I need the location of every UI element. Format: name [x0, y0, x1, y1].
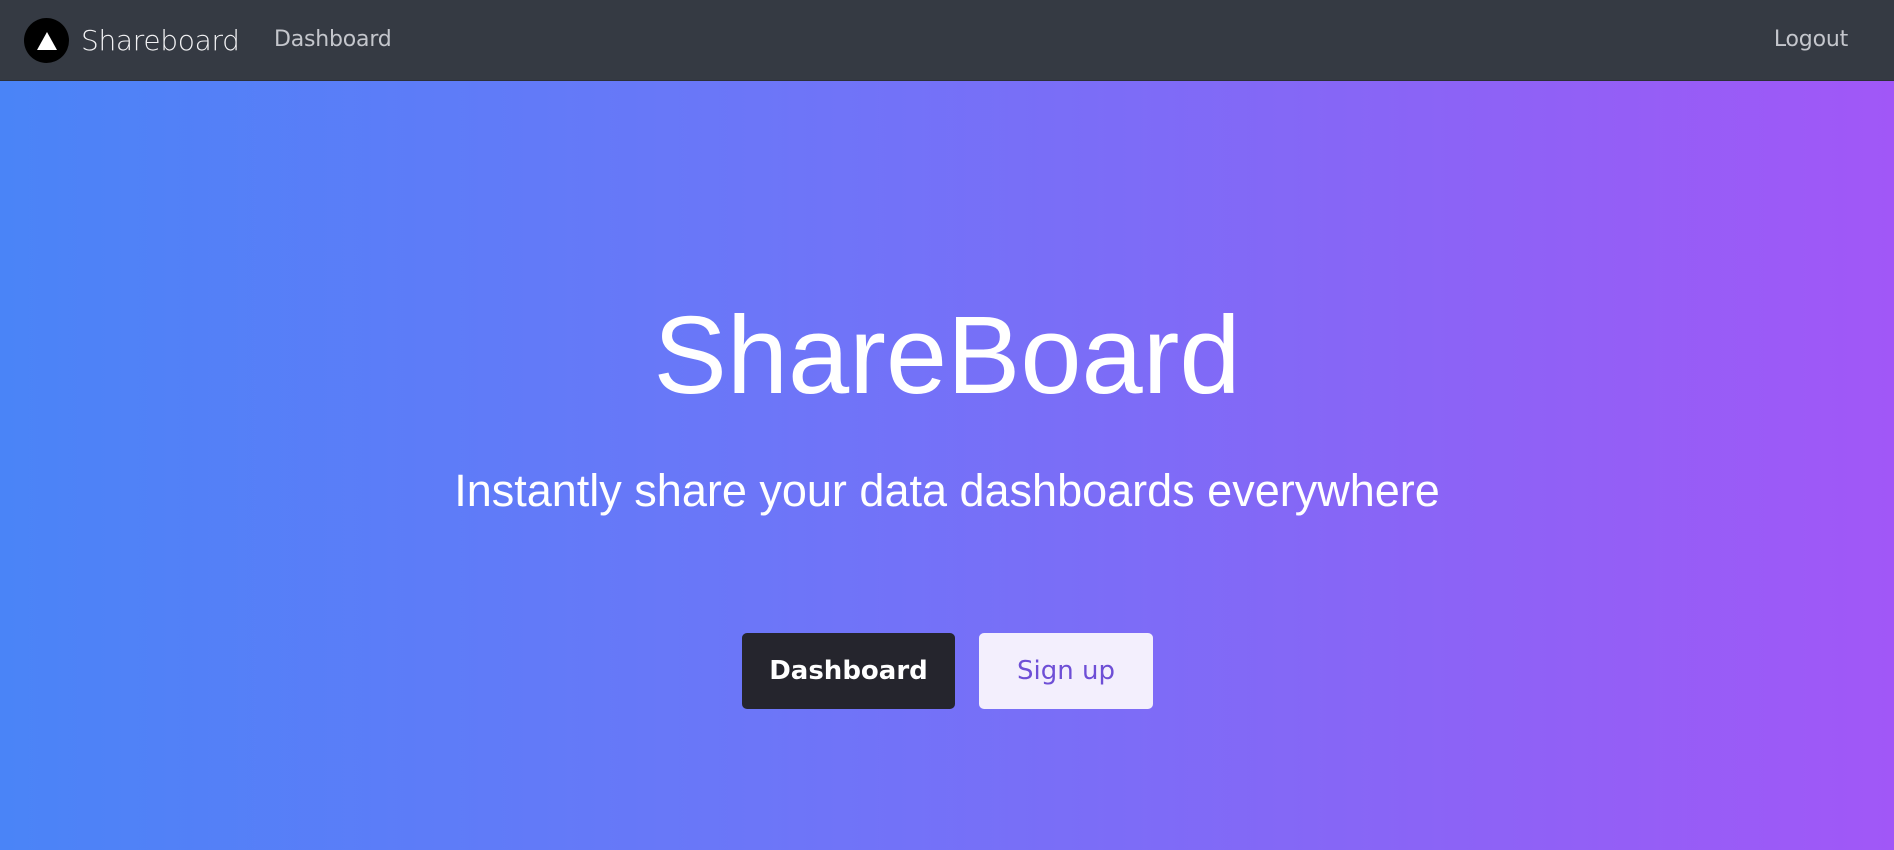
- brand-name: Shareboard: [81, 24, 240, 57]
- hero-title: ShareBoard: [653, 294, 1241, 417]
- triangle-logo-icon: [24, 18, 69, 63]
- hero-subtitle: Instantly share your data dashboards eve…: [454, 465, 1440, 516]
- dashboard-button[interactable]: Dashboard: [742, 633, 955, 709]
- top-navbar: Shareboard Dashboard Logout: [0, 0, 1894, 81]
- nav-link-dashboard[interactable]: Dashboard: [274, 27, 392, 52]
- sign-up-button[interactable]: Sign up: [979, 633, 1153, 709]
- hero-section: ShareBoard Instantly share your data das…: [0, 81, 1894, 850]
- brand-home-link[interactable]: Shareboard: [24, 18, 240, 63]
- nav-link-logout[interactable]: Logout: [1774, 27, 1848, 52]
